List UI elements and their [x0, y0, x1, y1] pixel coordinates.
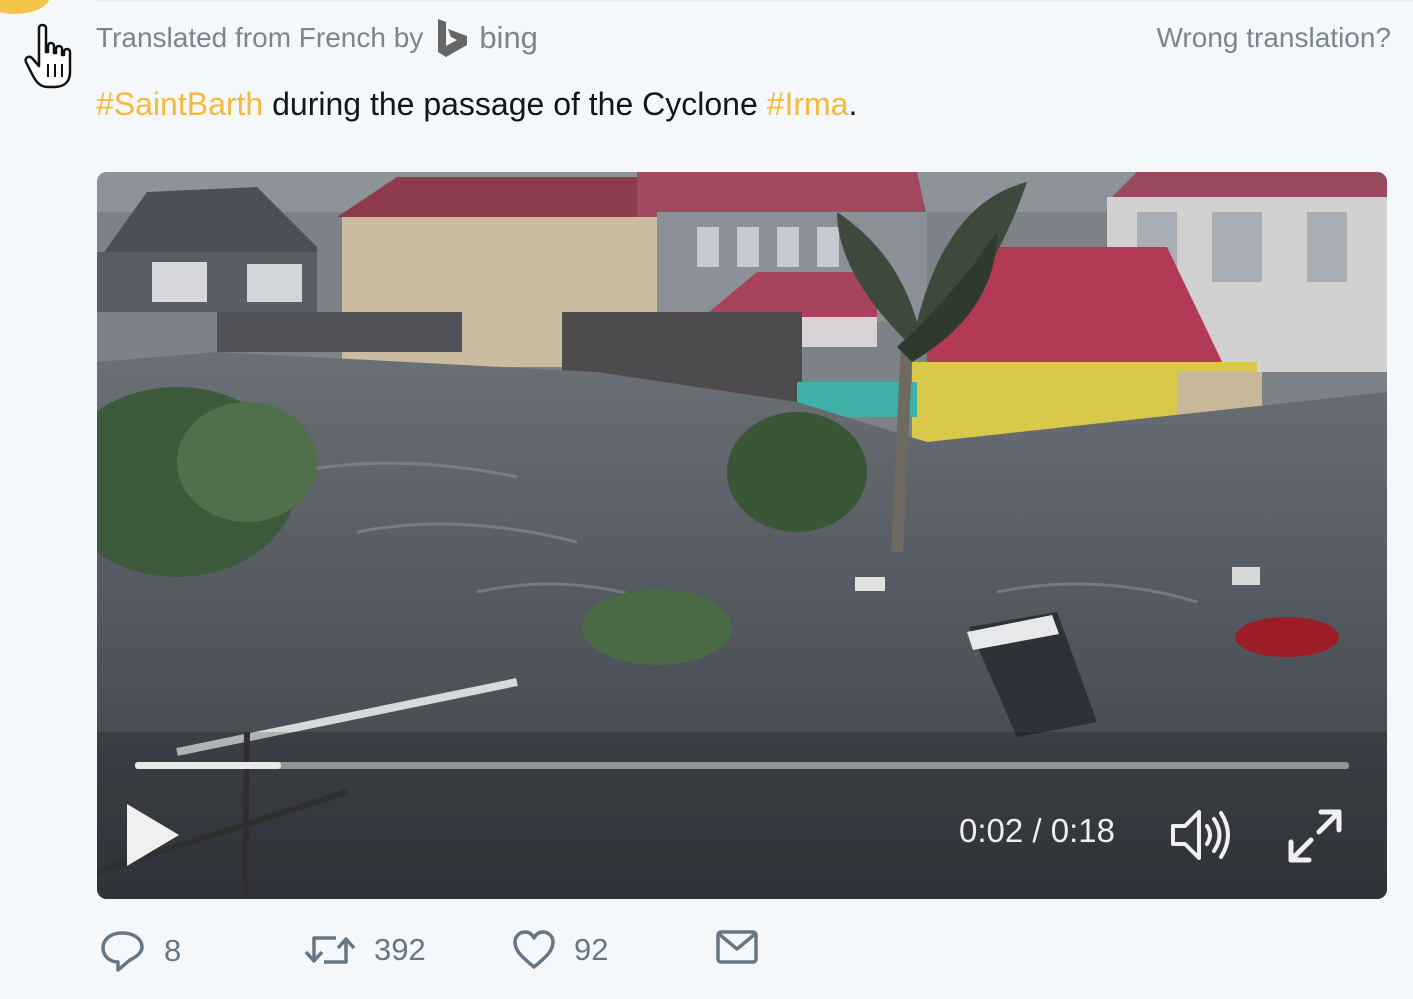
avatar[interactable] [0, 0, 50, 14]
volume-icon[interactable] [1169, 806, 1233, 864]
video-player[interactable]: 0:02 / 0:18 [97, 172, 1387, 899]
retweet-count: 392 [374, 932, 426, 967]
translation-bar: Translated from French by bing Wrong tra… [96, 16, 1391, 60]
tweet-text: #SaintBarth during the passage of the Cy… [96, 86, 857, 123]
like-count: 92 [574, 932, 609, 967]
like-button[interactable]: 92 [512, 930, 608, 970]
wrong-translation-link[interactable]: Wrong translation? [1157, 22, 1392, 54]
bing-icon [438, 19, 468, 57]
hand-cursor-icon [24, 23, 72, 89]
retweet-button[interactable]: 392 [304, 930, 426, 970]
play-icon[interactable] [123, 800, 185, 870]
reply-count: 8 [164, 933, 182, 968]
hashtag-saintbarth[interactable]: #SaintBarth [96, 86, 263, 122]
reply-button[interactable]: 8 [100, 930, 181, 972]
video-progress-fill [135, 762, 281, 769]
tweet-actions: 8 392 92 [100, 930, 800, 990]
heart-icon [513, 930, 555, 969]
envelope-icon [716, 930, 758, 964]
video-progress-bar[interactable] [135, 762, 1349, 769]
top-divider [96, 0, 1413, 2]
bing-text: bing [479, 20, 538, 55]
tweet-text-end: . [848, 86, 858, 122]
video-time-display: 0:02 / 0:18 [959, 812, 1115, 849]
reply-icon [101, 931, 144, 972]
hashtag-irma[interactable]: #Irma [767, 86, 849, 122]
bing-logo: bing [435, 18, 538, 58]
retweet-icon [304, 936, 356, 964]
fullscreen-icon[interactable] [1285, 806, 1345, 866]
tweet-text-middle: during the passage of the Cyclone [263, 86, 767, 122]
translated-label: Translated from French by [96, 22, 424, 53]
video-frame [97, 172, 1387, 899]
direct-message-button[interactable] [716, 930, 776, 964]
